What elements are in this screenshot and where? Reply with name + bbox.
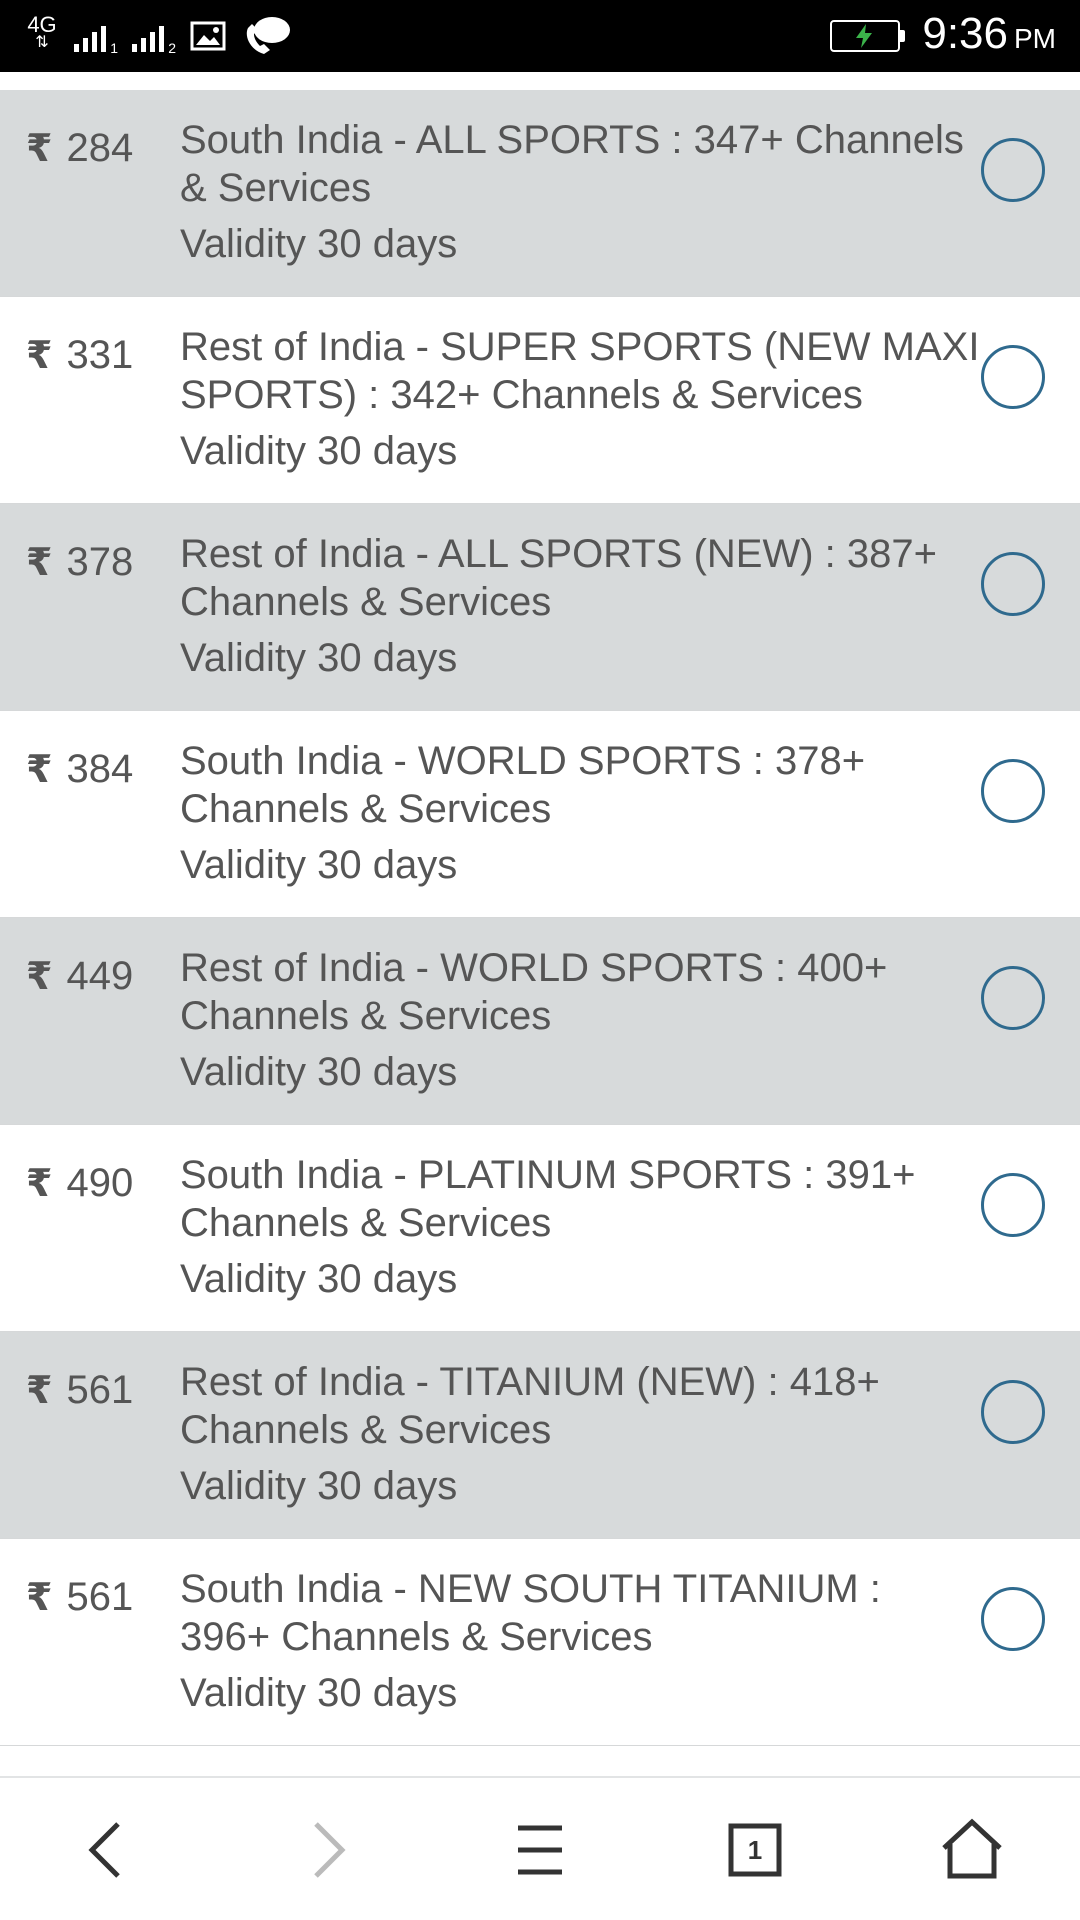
tabs-button[interactable]: 1 — [719, 1814, 791, 1886]
clock-time: 9:36 — [922, 8, 1008, 58]
list-top-edge — [0, 72, 1080, 90]
rupee-icon: ₹ — [26, 542, 53, 584]
sim1-label: 1 — [110, 40, 118, 56]
plan-validity: Validity 30 days — [180, 222, 458, 266]
status-icons-right: 9:36 PM — [830, 8, 1056, 64]
plan-title: South India - ALL SPORTS : 347+ Channels… — [180, 118, 964, 210]
plan-row[interactable]: ₹ 561 South India - NEW SOUTH TITANIUM :… — [0, 1539, 1080, 1746]
back-button[interactable] — [72, 1814, 144, 1886]
plan-title: South India - NEW SOUTH TITANIUM : 396+ … — [180, 1567, 881, 1659]
sim2-label: 2 — [168, 40, 176, 56]
plan-validity: Validity 30 days — [180, 1257, 458, 1301]
plan-radio-button[interactable] — [981, 552, 1045, 616]
plan-price: ₹ 384 — [26, 747, 133, 792]
plan-row[interactable]: ₹ 490 South India - PLATINUM SPORTS : 39… — [0, 1125, 1080, 1332]
forward-button[interactable] — [290, 1814, 362, 1886]
plan-title: South India - WORLD SPORTS : 378+ Channe… — [180, 739, 866, 831]
plan-price: ₹ 561 — [26, 1575, 133, 1620]
plan-price-value: 284 — [66, 126, 134, 170]
tab-count: 1 — [747, 1834, 763, 1865]
status-icons-left: 4G ⇅ 1 2 — [24, 10, 292, 62]
rupee-icon: ₹ — [26, 956, 53, 998]
rupee-icon: ₹ — [26, 1370, 53, 1412]
clock: 9:36 PM — [922, 6, 1056, 67]
plan-title: Rest of India - TITANIUM (NEW) : 418+ Ch… — [180, 1360, 880, 1452]
plan-price-value: 378 — [66, 540, 134, 584]
plan-validity: Validity 30 days — [180, 1671, 458, 1715]
plan-row[interactable]: ₹ 384 South India - WORLD SPORTS : 378+ … — [0, 711, 1080, 918]
clock-ampm: PM — [1014, 22, 1056, 54]
plan-price: ₹ 449 — [26, 954, 133, 999]
menu-icon — [518, 1825, 562, 1875]
plan-validity: Validity 30 days — [180, 429, 458, 473]
forward-icon — [314, 1822, 346, 1878]
back-icon — [88, 1822, 120, 1878]
rupee-icon: ₹ — [26, 128, 53, 170]
battery-charging-icon — [830, 20, 906, 52]
rupee-icon: ₹ — [26, 1163, 53, 1205]
home-icon — [942, 1818, 1002, 1879]
plan-price: ₹ 561 — [26, 1368, 133, 1413]
plan-price-value: 449 — [66, 954, 134, 998]
image-notification-icon — [190, 21, 226, 51]
rupee-icon: ₹ — [26, 335, 53, 377]
plan-price: ₹ 284 — [26, 126, 133, 171]
plan-radio-button[interactable] — [981, 1587, 1045, 1651]
plan-validity: Validity 30 days — [180, 1050, 458, 1094]
plan-row[interactable]: ₹ 449 Rest of India - WORLD SPORTS : 400… — [0, 918, 1080, 1125]
status-bar: 4G ⇅ 1 2 9:36 PM — [0, 0, 1080, 72]
plan-title: Rest of India - WORLD SPORTS : 400+ Chan… — [180, 946, 888, 1038]
plan-price: ₹ 331 — [26, 333, 133, 378]
plan-price: ₹ 378 — [26, 540, 133, 585]
plan-validity: Validity 30 days — [180, 843, 458, 887]
rupee-icon: ₹ — [26, 749, 53, 791]
plan-title: Rest of India - SUPER SPORTS (NEW MAXI S… — [180, 325, 980, 417]
plan-validity: Validity 30 days — [180, 636, 458, 680]
plan-price-value: 331 — [66, 333, 134, 377]
plan-radio-button[interactable] — [981, 345, 1045, 409]
whatsapp-notification-icon — [246, 17, 290, 54]
plan-row[interactable]: ₹ 378 Rest of India - ALL SPORTS (NEW) :… — [0, 504, 1080, 711]
menu-button[interactable] — [504, 1814, 576, 1886]
plan-price-value: 561 — [66, 1368, 134, 1412]
plan-price: ₹ 490 — [26, 1161, 133, 1206]
plan-radio-button[interactable] — [981, 966, 1045, 1030]
plan-price-value: 490 — [66, 1161, 134, 1205]
plan-price-value: 561 — [66, 1575, 134, 1619]
plan-radio-button[interactable] — [981, 138, 1045, 202]
plan-validity: Validity 30 days — [180, 1464, 458, 1508]
plan-title: Rest of India - ALL SPORTS (NEW) : 387+ … — [180, 532, 937, 624]
network-indicator: 4G ⇅ — [24, 14, 60, 51]
plan-row[interactable]: ₹ 284 South India - ALL SPORTS : 347+ Ch… — [0, 90, 1080, 297]
plan-price-value: 384 — [66, 747, 134, 791]
browser-bottom-nav: 1 — [0, 1776, 1080, 1920]
plan-title: South India - PLATINUM SPORTS : 391+ Cha… — [180, 1153, 916, 1245]
plan-radio-button[interactable] — [981, 1173, 1045, 1237]
home-button[interactable] — [936, 1814, 1008, 1886]
plan-radio-button[interactable] — [981, 1380, 1045, 1444]
data-arrows-icon: ⇅ — [35, 34, 49, 51]
sim2-signal-icon: 2 — [132, 16, 176, 56]
plan-row[interactable]: ₹ 331 Rest of India - SUPER SPORTS (NEW … — [0, 297, 1080, 504]
sim1-signal-icon: 1 — [74, 16, 118, 56]
rupee-icon: ₹ — [26, 1577, 53, 1619]
plan-row[interactable]: ₹ 561 Rest of India - TITANIUM (NEW) : 4… — [0, 1332, 1080, 1539]
plan-radio-button[interactable] — [981, 759, 1045, 823]
plan-list: ₹ 284 South India - ALL SPORTS : 347+ Ch… — [0, 90, 1080, 1746]
